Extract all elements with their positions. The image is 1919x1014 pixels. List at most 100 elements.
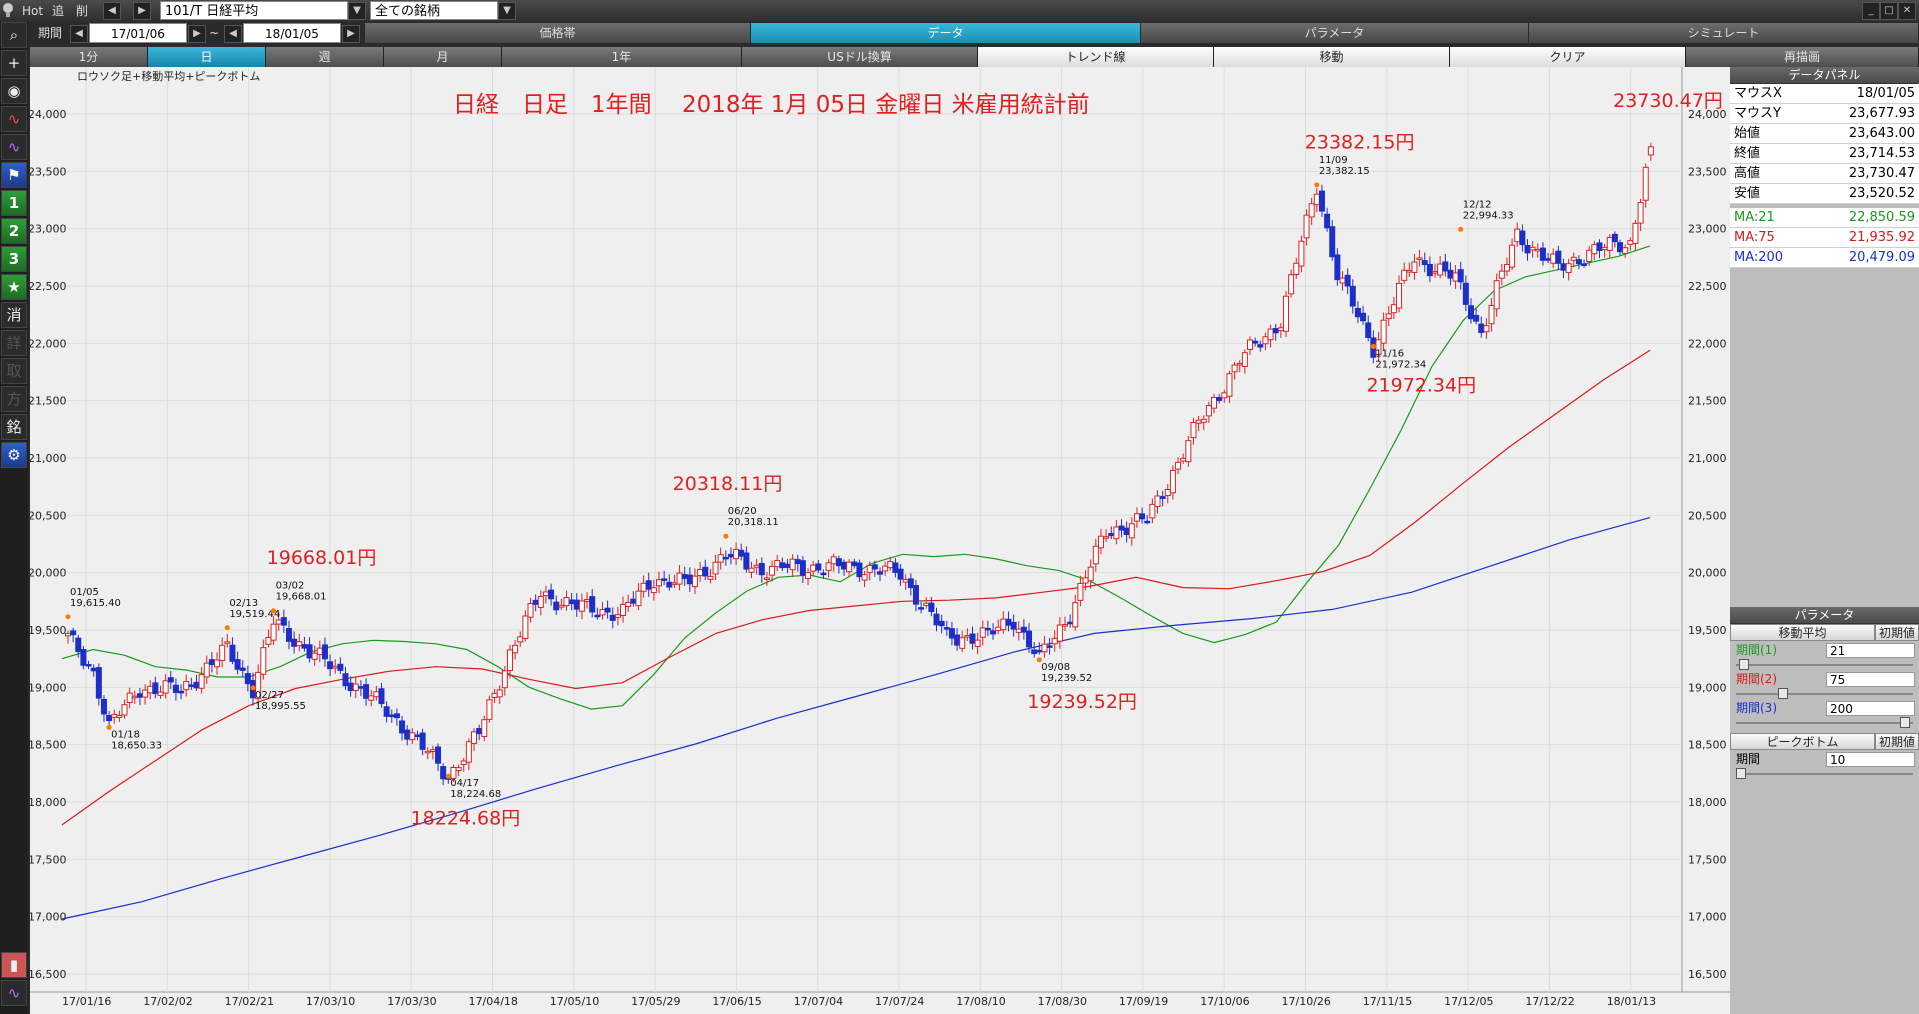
- usd-convert-button[interactable]: USドル換算: [742, 47, 978, 67]
- from-next-button[interactable]: ▶: [188, 25, 206, 43]
- candle-body: [260, 647, 267, 675]
- flag-button[interactable]: ⚑: [1, 162, 27, 188]
- interval-button-2[interactable]: 週: [266, 47, 384, 67]
- ma-param-slider[interactable]: [1730, 659, 1919, 671]
- y-tick-label-left: 17,000: [30, 911, 67, 924]
- candle-body: [1416, 257, 1423, 260]
- candle-body: [861, 574, 868, 581]
- slider-thumb[interactable]: [1777, 688, 1788, 699]
- next-symbol-button[interactable]: ▶: [133, 2, 151, 20]
- preset-2-button[interactable]: 2: [1, 218, 27, 244]
- x-tick-label: 17/03/30: [387, 995, 436, 1008]
- redraw-button[interactable]: 再描画: [1686, 47, 1919, 67]
- chart-purple-button[interactable]: ∿: [1, 134, 27, 160]
- candle-body: [1524, 244, 1531, 254]
- candle-body: [1103, 536, 1110, 539]
- candle-body: [147, 685, 154, 694]
- y-tick-label-right: 16,500: [1688, 968, 1727, 981]
- universe-dropdown-button[interactable]: ▼: [498, 2, 516, 20]
- symbol-button[interactable]: 銘: [1, 414, 27, 440]
- candle-body: [1591, 244, 1598, 255]
- panel-tab-2[interactable]: パラメータ: [1141, 23, 1529, 43]
- peakbottom-period-slider[interactable]: [1730, 768, 1919, 780]
- trade-button[interactable]: 取: [1, 358, 27, 384]
- candle-body: [1488, 304, 1495, 325]
- candle-body: [666, 581, 673, 588]
- slider-thumb[interactable]: [1899, 717, 1910, 728]
- sub-chart-2-button[interactable]: ∿: [1, 980, 27, 1006]
- sub-chart-button[interactable]: ▮: [1, 952, 27, 978]
- close-button[interactable]: ✕: [1898, 2, 1916, 20]
- to-prev-button[interactable]: ◀: [224, 25, 242, 43]
- panel-tab-1[interactable]: データ: [751, 23, 1141, 43]
- favorite-button[interactable]: ★: [1, 274, 27, 300]
- minimize-button[interactable]: _: [1862, 2, 1880, 20]
- from-prev-button[interactable]: ◀: [70, 25, 88, 43]
- preset-1-button[interactable]: 1: [1, 190, 27, 216]
- candle-body: [214, 659, 221, 668]
- panel-tab-0[interactable]: 価格帯: [365, 23, 751, 43]
- candle-body: [1519, 230, 1526, 246]
- ma-param-input[interactable]: 21: [1826, 643, 1915, 658]
- chart-red-button[interactable]: ∿: [1, 106, 27, 132]
- trendline-button[interactable]: トレンド線: [978, 47, 1214, 67]
- delete-button[interactable]: 削: [76, 2, 88, 20]
- slider-thumb[interactable]: [1739, 659, 1750, 670]
- slider-track: [1736, 693, 1913, 695]
- peakbottom-reset-button[interactable]: 初期値: [1875, 733, 1919, 750]
- slider-thumb[interactable]: [1736, 768, 1746, 779]
- screenshot-button[interactable]: ◉: [1, 78, 27, 104]
- to-next-button[interactable]: ▶: [342, 25, 360, 43]
- ma-param-input[interactable]: 200: [1826, 701, 1915, 716]
- candle-body: [491, 692, 498, 699]
- ma-reset-button[interactable]: 初期値: [1875, 624, 1919, 641]
- candlestick-chart[interactable]: 01/0519,615.4001/1818,650.3302/1319,519.…: [30, 67, 1730, 1014]
- candle-body: [363, 684, 370, 699]
- prev-symbol-button[interactable]: ◀: [103, 2, 121, 20]
- universe-select[interactable]: 全ての銘柄: [370, 1, 498, 20]
- peakbottom-period-input[interactable]: 10: [1826, 752, 1915, 767]
- hot-button[interactable]: Hot: [22, 2, 43, 20]
- from-date-field[interactable]: 17/01/06: [89, 23, 187, 43]
- ma-row: MA:200 20,479.09: [1730, 248, 1919, 268]
- ma-param-input[interactable]: 75: [1826, 672, 1915, 687]
- ma-param-slider[interactable]: [1730, 688, 1919, 700]
- candle-body: [1560, 263, 1567, 271]
- erase-button[interactable]: 消: [1, 302, 27, 328]
- direction-button[interactable]: 方: [1, 386, 27, 412]
- candle-body: [80, 649, 87, 666]
- candle-body: [460, 760, 467, 765]
- candle-body: [789, 558, 796, 571]
- symbol-dropdown-button[interactable]: ▼: [348, 2, 366, 20]
- detail-button[interactable]: 詳: [1, 330, 27, 356]
- bulb-icon[interactable]: [2, 2, 16, 20]
- candle-body: [383, 706, 390, 717]
- candle-body: [244, 673, 251, 685]
- settings-button[interactable]: ⚙: [1, 442, 27, 468]
- candle-body: [501, 670, 508, 689]
- candle-body: [1406, 270, 1413, 273]
- range-1year-button[interactable]: 1年: [502, 47, 742, 67]
- candle-body: [625, 602, 632, 607]
- symbol-field[interactable]: 101/T 日経平均: [160, 1, 348, 20]
- add-button[interactable]: 追: [52, 2, 64, 20]
- candle-body: [697, 568, 704, 577]
- ma-param-slider[interactable]: [1730, 717, 1919, 729]
- to-date-field[interactable]: 18/01/05: [243, 23, 341, 43]
- interval-button-3[interactable]: 月: [384, 47, 502, 67]
- zoom-button[interactable]: ⌕: [1, 22, 27, 48]
- panel-tab-3[interactable]: シミュレート: [1529, 23, 1919, 43]
- move-button[interactable]: 移動: [1214, 47, 1450, 67]
- candle-body: [707, 575, 714, 580]
- interval-button-1[interactable]: 日: [148, 47, 266, 67]
- preset-3-button[interactable]: 3: [1, 246, 27, 272]
- crosshair-button[interactable]: +: [1, 50, 27, 76]
- candle-body: [414, 734, 421, 738]
- candle-body: [573, 599, 580, 610]
- maximize-button[interactable]: □: [1880, 2, 1898, 20]
- candle-body: [990, 630, 997, 635]
- interval-button-0[interactable]: 1分: [30, 47, 148, 67]
- candle-body: [476, 727, 483, 735]
- candle-body: [1586, 249, 1593, 263]
- clear-button[interactable]: クリア: [1450, 47, 1686, 67]
